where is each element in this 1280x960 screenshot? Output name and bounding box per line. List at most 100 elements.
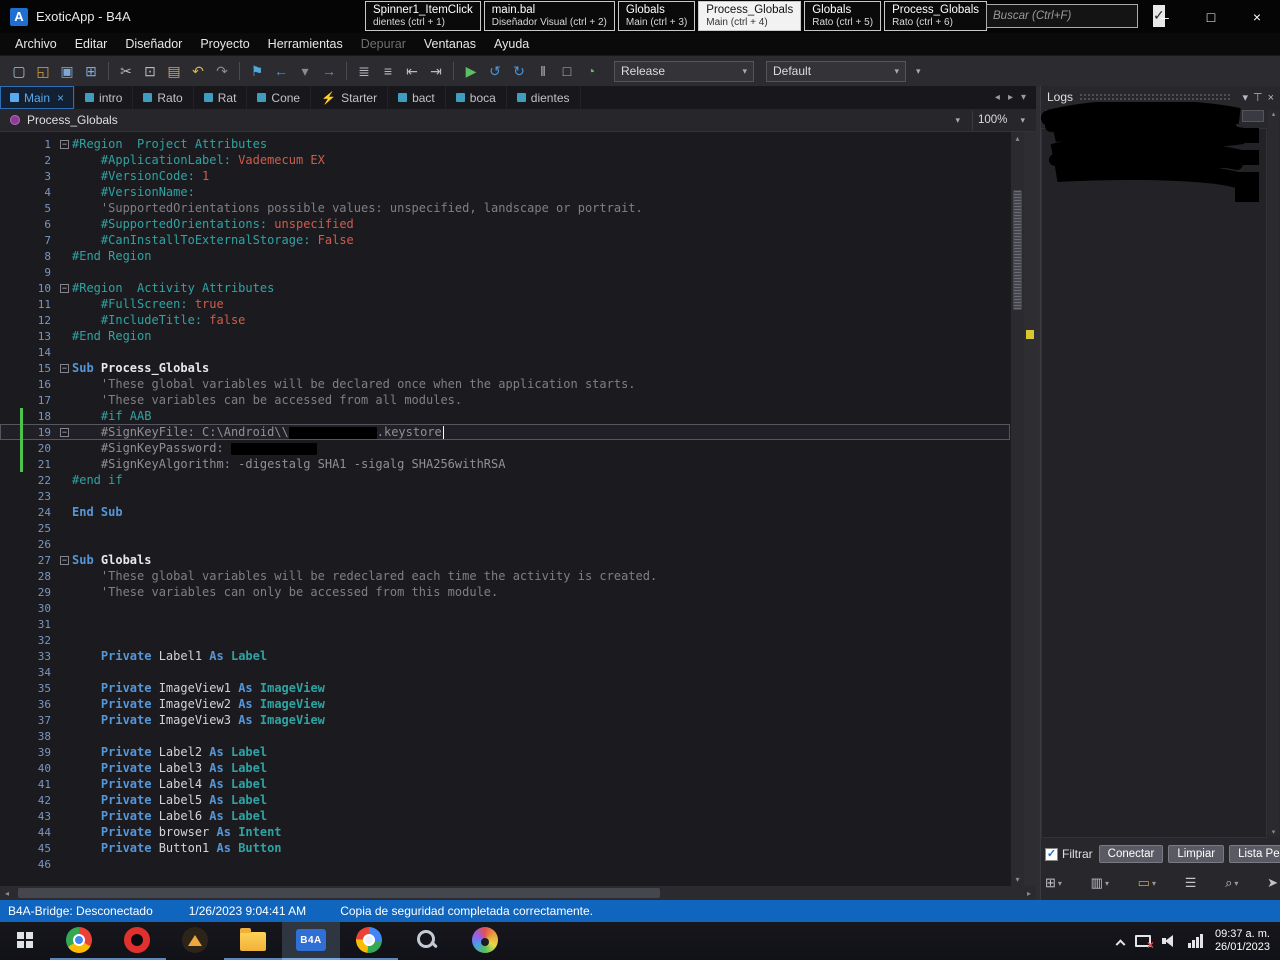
menu-diseñador[interactable]: Diseñador <box>116 35 191 53</box>
tab-boca[interactable]: boca <box>446 86 507 109</box>
timer-icon[interactable]: ◔ <box>580 60 602 82</box>
menu-ayuda[interactable]: Ayuda <box>485 35 538 53</box>
antivirus-icon[interactable] <box>166 922 224 960</box>
close-tab-icon[interactable]: × <box>57 91 64 105</box>
cut-icon[interactable]: ✂ <box>115 60 137 82</box>
bookmark-icon[interactable]: ⚑ <box>246 60 268 82</box>
logs-toolbar-button[interactable] <box>1071 110 1093 122</box>
chrome-icon[interactable] <box>50 922 108 960</box>
menu-archivo[interactable]: Archivo <box>6 35 66 53</box>
close-panel-icon[interactable]: × <box>1268 92 1274 104</box>
tab-rato[interactable]: Rato <box>133 86 193 109</box>
tray-expand-icon[interactable] <box>1115 939 1125 949</box>
profile-dropdown[interactable]: Default ▾ <box>766 61 906 82</box>
tray-volume-icon[interactable] <box>1162 934 1177 948</box>
tab-bact[interactable]: bact <box>388 86 446 109</box>
menu-editar[interactable]: Editar <box>66 35 117 53</box>
scroll-left-icon[interactable]: ◂ <box>0 889 14 898</box>
start-button[interactable] <box>0 922 50 960</box>
fold-collapse-icon[interactable]: − <box>60 556 69 565</box>
save-all-icon[interactable]: ⊞ <box>80 60 102 82</box>
dock-menu-icon[interactable]: ▾ <box>1242 92 1248 104</box>
toolbar-overflow-icon[interactable]: ▾ <box>912 66 925 77</box>
log-list-icon[interactable]: ☰ <box>1185 875 1197 891</box>
quick-tab-2[interactable]: main.balDiseñador Visual (ctrl + 2) <box>484 1 615 31</box>
scroll-right-icon[interactable]: ▸ <box>1022 889 1036 898</box>
changed-line-marker[interactable] <box>1026 330 1034 339</box>
fold-collapse-icon[interactable]: − <box>60 364 69 373</box>
tab-list-icon[interactable]: ▾ <box>1021 92 1026 103</box>
scrollbar-thumb[interactable] <box>1013 190 1022 310</box>
panel-drag-grip[interactable] <box>1079 93 1231 101</box>
new-file-icon[interactable]: ▢ <box>8 60 30 82</box>
menu-depurar[interactable]: Depurar <box>352 35 415 53</box>
scroll-tabs-right-icon[interactable]: ▸ <box>1008 92 1013 103</box>
tray-display-error-icon[interactable] <box>1135 935 1151 947</box>
filter-checkbox[interactable]: ✓ Filtrar <box>1045 847 1093 861</box>
search-tool-icon[interactable] <box>398 922 456 960</box>
quick-tab-4[interactable]: Process_GlobalsMain (ctrl + 4) <box>698 1 801 31</box>
build-configuration-dropdown[interactable]: Release ▾ <box>614 61 754 82</box>
paint-palette-icon[interactable] <box>456 922 514 960</box>
logs-toolbar-dropdown[interactable] <box>1242 110 1264 122</box>
fold-collapse-icon[interactable]: − <box>60 428 69 437</box>
tab-dientes[interactable]: dientes <box>507 86 581 109</box>
menu-proyecto[interactable]: Proyecto <box>191 35 258 53</box>
tab-main[interactable]: Main× <box>0 86 75 109</box>
scroll-down-icon[interactable]: ▾ <box>1272 828 1276 836</box>
search-input[interactable] <box>987 5 1153 27</box>
panel-columns-icon[interactable]: ▥ <box>1091 875 1103 891</box>
close-button[interactable]: × <box>1234 0 1280 33</box>
menu-ventanas[interactable]: Ventanas <box>415 35 485 53</box>
minimize-button[interactable]: – <box>1142 0 1188 33</box>
send-icon[interactable]: ➤ <box>1267 875 1278 891</box>
maximize-button[interactable]: □ <box>1188 0 1234 33</box>
rebuild-icon[interactable]: ↺ <box>484 60 506 82</box>
tab-cone[interactable]: Cone <box>247 86 311 109</box>
quick-tab-3[interactable]: GlobalsMain (ctrl + 3) <box>618 1 695 31</box>
scrollbar-thumb[interactable] <box>18 888 660 898</box>
fold-collapse-icon[interactable]: − <box>60 140 69 149</box>
tray-network-icon[interactable] <box>1188 934 1203 948</box>
logs-button-lista-pe[interactable]: Lista Pe <box>1229 845 1280 863</box>
panel-grid-icon[interactable]: ⊞ <box>1045 875 1056 891</box>
save-icon[interactable]: ▣ <box>56 60 78 82</box>
scroll-down-icon[interactable]: ▾ <box>1015 873 1019 886</box>
forward-icon[interactable]: → <box>318 60 340 82</box>
resume-icon[interactable]: ↻ <box>508 60 530 82</box>
zoom-dropdown[interactable]: 100% ▾ <box>972 111 1030 130</box>
search-logs-icon[interactable]: ⌕ <box>1225 875 1232 891</box>
comment-icon[interactable]: ≣ <box>353 60 375 82</box>
open-project-icon[interactable]: ◱ <box>32 60 54 82</box>
pin-icon[interactable]: ⊤ <box>1253 92 1263 104</box>
uncomment-icon[interactable]: ≡ <box>377 60 399 82</box>
logs-button-limpiar[interactable]: Limpiar <box>1168 845 1224 863</box>
editor-horizontal-scrollbar[interactable]: ◂ ▸ <box>0 886 1036 900</box>
tab-intro[interactable]: intro <box>75 86 133 109</box>
back-history-icon[interactable]: ▾ <box>294 60 316 82</box>
paste-icon[interactable]: ▤ <box>163 60 185 82</box>
logs-toolbar-button[interactable] <box>1045 110 1067 122</box>
redo-icon[interactable]: ↷ <box>211 60 233 82</box>
logs-scrollbar[interactable]: ▴ ▾ <box>1268 110 1279 836</box>
open-folder-icon[interactable]: ▭ <box>1138 875 1150 891</box>
taskbar-clock[interactable]: 09:37 a. m. 26/01/2023 <box>1215 928 1270 954</box>
stop-icon[interactable]: □ <box>556 60 578 82</box>
pause-icon[interactable]: ‖ <box>532 60 554 82</box>
file-explorer-icon[interactable] <box>224 922 282 960</box>
logs-list[interactable] <box>1041 128 1267 838</box>
scroll-up-icon[interactable]: ▴ <box>1272 110 1276 118</box>
outdent-icon[interactable]: ⇤ <box>401 60 423 82</box>
logs-panel-header[interactable]: Logs ▾⊤× <box>1041 86 1280 108</box>
back-icon[interactable]: ← <box>270 60 292 82</box>
copy-icon[interactable]: ⊡ <box>139 60 161 82</box>
quick-tab-6[interactable]: Process_GlobalsRato (ctrl + 6) <box>884 1 987 31</box>
tab-starter[interactable]: ⚡Starter <box>311 86 388 109</box>
method-dropdown[interactable]: Process_Globals ▾ <box>6 111 964 130</box>
undo-icon[interactable]: ↶ <box>187 60 209 82</box>
code-editor[interactable]: 1−#Region Project Attributes2 #Applicati… <box>0 132 1036 886</box>
menu-herramientas[interactable]: Herramientas <box>259 35 352 53</box>
quick-tab-1[interactable]: Spinner1_ItemClickdientes (ctrl + 1) <box>365 1 481 31</box>
chrome-profile-icon[interactable] <box>340 922 398 960</box>
editor-vertical-scrollbar[interactable]: ▴ ▾ <box>1011 132 1024 886</box>
